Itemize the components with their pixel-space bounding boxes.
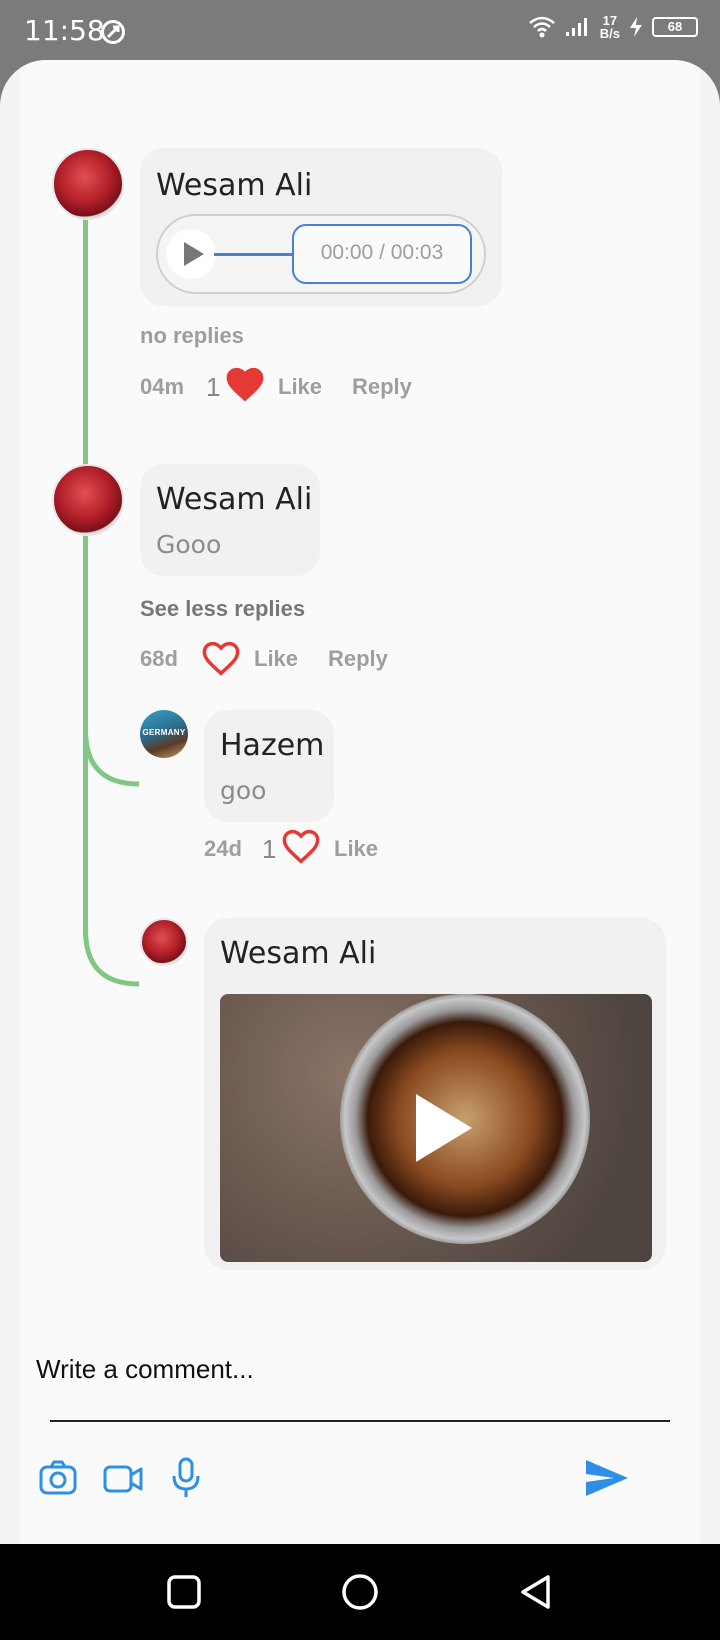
reply-bubble: Wesam Ali xyxy=(204,918,666,1270)
video-camera-icon[interactable] xyxy=(102,1458,144,1498)
audio-duration: 00:00 / 00:03 xyxy=(292,224,472,284)
reply-bubble: Hazem goo xyxy=(204,710,334,822)
audio-play-button[interactable] xyxy=(166,229,216,279)
send-icon[interactable] xyxy=(584,1458,630,1498)
like-count: 1 xyxy=(262,834,277,864)
comment-input-underline xyxy=(50,1420,670,1422)
network-speed-unit: B/s xyxy=(599,26,620,41)
replies-toggle[interactable]: no replies xyxy=(140,323,244,349)
like-button[interactable]: Like xyxy=(254,646,298,672)
avatar-text: GERMANY xyxy=(142,728,186,737)
camera-icon[interactable] xyxy=(38,1458,78,1498)
comment-text: Gooo xyxy=(156,530,222,559)
replies-toggle[interactable]: See less replies xyxy=(140,596,305,622)
status-bar: 11:58 17 B/s 68 xyxy=(0,0,720,64)
comment-age: 68d xyxy=(140,646,178,671)
like-button[interactable]: Like xyxy=(334,836,378,862)
comment-author[interactable]: Wesam Ali xyxy=(156,168,312,203)
heart-outline-icon[interactable] xyxy=(200,638,242,678)
reply-author[interactable]: Hazem xyxy=(220,728,324,763)
reply-button[interactable]: Reply xyxy=(328,646,388,672)
avatar[interactable]: GERMANY xyxy=(140,710,188,758)
thread-line xyxy=(83,210,88,474)
status-time: 11:58 xyxy=(24,14,105,47)
comment-bubble: Wesam Ali Gooo xyxy=(140,464,320,576)
audio-progress-track[interactable] xyxy=(214,253,294,256)
comment-author[interactable]: Wesam Ali xyxy=(156,482,312,517)
microphone-icon[interactable] xyxy=(170,1456,202,1500)
avatar[interactable] xyxy=(52,148,124,220)
reply-text: goo xyxy=(220,776,267,805)
home-icon[interactable] xyxy=(340,1572,380,1612)
network-speed: 17 B/s xyxy=(600,14,620,40)
comments-sheet: Wesam Ali 00:00 / 00:03 no replies 04m 1… xyxy=(0,60,720,1544)
video-play-icon[interactable] xyxy=(416,1094,472,1162)
audio-player[interactable]: 00:00 / 00:03 xyxy=(156,214,486,294)
reply-author[interactable]: Wesam Ali xyxy=(220,936,376,971)
charging-icon xyxy=(630,17,642,37)
system-nav-bar xyxy=(0,1544,720,1640)
reply-button[interactable]: Reply xyxy=(352,374,412,400)
heart-filled-icon[interactable] xyxy=(224,364,266,404)
comments-list[interactable]: Wesam Ali 00:00 / 00:03 no replies 04m 1… xyxy=(20,60,700,1544)
heart-outline-icon[interactable] xyxy=(280,826,322,866)
signal-icon xyxy=(565,18,587,36)
reply-connectors xyxy=(83,729,140,987)
status-icons: 17 B/s 68 xyxy=(528,14,698,40)
like-button[interactable]: Like xyxy=(278,374,322,400)
back-icon[interactable] xyxy=(516,1572,556,1612)
wifi-icon xyxy=(528,16,555,38)
battery-indicator: 68 xyxy=(652,17,698,37)
avatar[interactable] xyxy=(52,464,124,536)
reply-age: 24d xyxy=(204,836,242,861)
comment-bubble: Wesam Ali 00:00 / 00:03 xyxy=(140,148,502,306)
avatar[interactable] xyxy=(140,918,188,966)
play-icon xyxy=(184,242,204,266)
recent-apps-icon[interactable] xyxy=(166,1574,202,1610)
comment-input[interactable]: Write a comment... xyxy=(36,1354,254,1385)
video-thumbnail[interactable] xyxy=(220,994,652,1262)
comment-age: 04m xyxy=(140,374,185,399)
like-count: 1 xyxy=(206,372,221,402)
data-saver-icon xyxy=(101,20,125,44)
